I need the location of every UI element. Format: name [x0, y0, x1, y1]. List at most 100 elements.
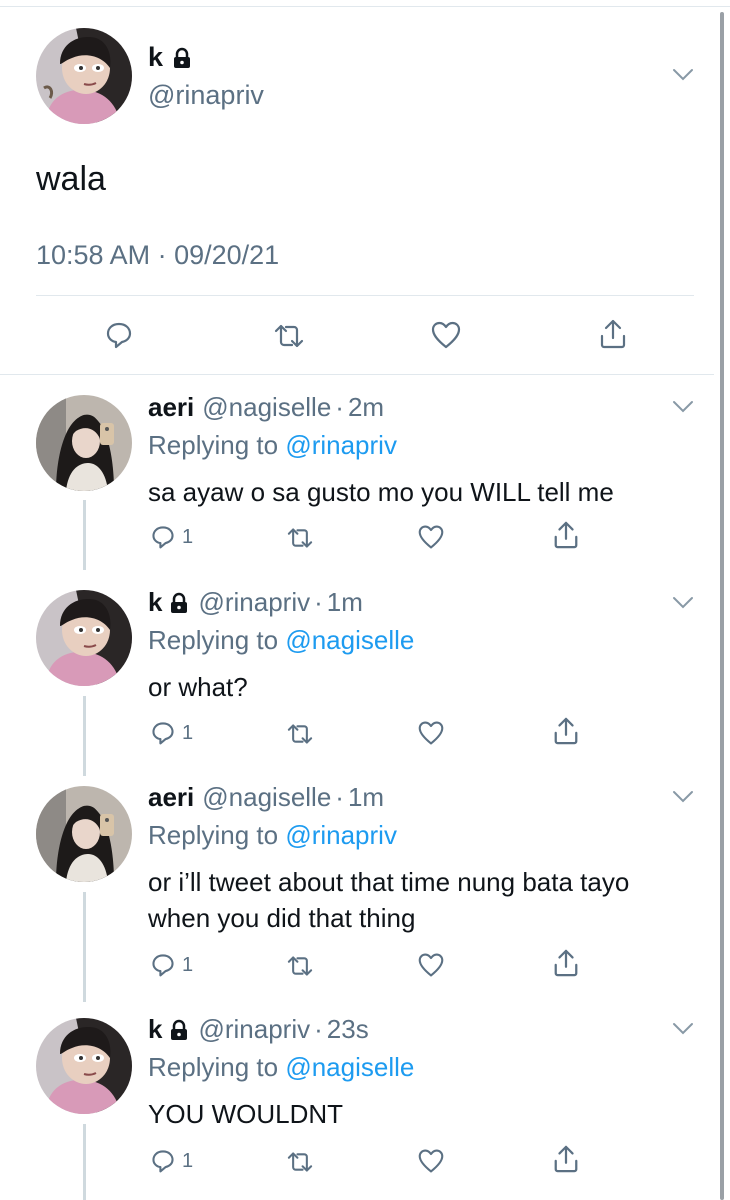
- reply-header: k @rinapriv · 1m: [148, 587, 363, 618]
- chevron-down-icon[interactable]: [672, 596, 694, 610]
- author-name-text: k: [148, 42, 164, 72]
- reply-time[interactable]: 1m: [327, 587, 363, 618]
- retweet-button[interactable]: [285, 954, 315, 978]
- share-button[interactable]: [552, 948, 580, 978]
- replying-to: Replying to @nagiselle: [148, 625, 414, 656]
- divider: [36, 295, 694, 296]
- retweet-icon: [287, 724, 313, 744]
- like-button[interactable]: [430, 320, 462, 350]
- mention-link[interactable]: @rinapriv: [285, 820, 397, 850]
- reply-author-name[interactable]: aeri: [148, 392, 194, 423]
- scrollbar[interactable]: [720, 12, 724, 1200]
- reply-text-line: sa ayaw o sa gusto mo you WILL tell me: [148, 477, 614, 507]
- reply-text-line: YOU WOULDNT: [148, 1099, 343, 1129]
- avatar-rinapriv[interactable]: [36, 28, 132, 124]
- reply-tweet[interactable]: aeri @nagiselle · 2m Replying to @rinapr…: [0, 392, 714, 562]
- heart-icon: [418, 1149, 444, 1173]
- reply-text: or what?: [148, 669, 708, 705]
- reply-handle[interactable]: @rinapriv: [198, 1014, 310, 1045]
- reply-text-line: or what?: [148, 672, 248, 702]
- retweet-icon: [287, 528, 313, 548]
- reply-button[interactable]: 1: [150, 524, 193, 550]
- retweet-icon: [287, 956, 313, 976]
- replying-to: Replying to @rinapriv: [148, 820, 397, 851]
- author-handle[interactable]: @rinapriv: [148, 80, 264, 111]
- reply-handle[interactable]: @rinapriv: [198, 587, 310, 618]
- retweet-button[interactable]: [285, 722, 315, 746]
- reply-time[interactable]: 23s: [327, 1014, 369, 1045]
- mention-link[interactable]: @nagiselle: [285, 1052, 414, 1082]
- share-button[interactable]: [598, 318, 628, 350]
- reply-handle[interactable]: @nagiselle: [202, 392, 331, 423]
- reply-text: YOU WOULDNT: [148, 1096, 708, 1132]
- retweet-icon: [274, 324, 304, 348]
- reply-handle[interactable]: @nagiselle: [202, 782, 331, 813]
- chevron-down-icon[interactable]: [672, 1022, 694, 1036]
- reply-count: 1: [182, 525, 194, 548]
- reply-header: aeri @nagiselle · 1m: [148, 782, 384, 813]
- reply-text: sa ayaw o sa gusto mo you WILL tell me: [148, 474, 708, 510]
- retweet-button[interactable]: [272, 322, 306, 350]
- share-icon: [554, 949, 578, 977]
- reply-button[interactable]: 1: [150, 1148, 193, 1174]
- share-button[interactable]: [552, 716, 580, 746]
- lock-icon: [168, 1019, 190, 1041]
- reply-text-line: when you did that thing: [148, 903, 416, 933]
- share-icon: [600, 319, 626, 349]
- tweet-text: wala: [36, 160, 106, 198]
- heart-icon: [418, 953, 444, 977]
- reply-time[interactable]: 1m: [348, 782, 384, 813]
- reply-header: aeri @nagiselle · 2m: [148, 392, 384, 423]
- top-divider: [0, 6, 730, 7]
- reply-count: 1: [182, 721, 194, 744]
- reply-tweet[interactable]: k @rinapriv · 1m Replying to @nagiselle …: [0, 587, 714, 757]
- like-button[interactable]: [417, 1148, 445, 1174]
- dot-separator: ·: [314, 587, 323, 617]
- dot-separator: ·: [335, 782, 344, 812]
- reply-button[interactable]: 1: [150, 720, 193, 746]
- lock-icon: [171, 47, 193, 69]
- dot-separator: ·: [335, 392, 344, 422]
- reply-tweet[interactable]: aeri @nagiselle · 1m Replying to @rinapr…: [0, 782, 714, 982]
- replying-to: Replying to @rinapriv: [148, 430, 397, 461]
- mention-link[interactable]: @nagiselle: [285, 625, 414, 655]
- like-button[interactable]: [417, 952, 445, 978]
- reply-time[interactable]: 2m: [348, 392, 384, 423]
- reply-text: or i’ll tweet about that time nung bata …: [148, 864, 708, 936]
- divider: [0, 374, 714, 375]
- heart-icon: [431, 321, 461, 349]
- reply-icon: [152, 526, 174, 549]
- heart-icon: [418, 525, 444, 549]
- share-button[interactable]: [552, 1144, 580, 1174]
- lock-icon: [168, 592, 190, 614]
- reply-header: k @rinapriv · 23s: [148, 1014, 369, 1045]
- replying-to-label: Replying to: [148, 820, 279, 850]
- reply-button[interactable]: 1: [150, 952, 193, 978]
- reply-author-name[interactable]: aeri: [148, 782, 194, 813]
- mention-link[interactable]: @rinapriv: [285, 430, 397, 460]
- share-icon: [554, 717, 578, 745]
- replying-to-label: Replying to: [148, 430, 279, 460]
- dot-separator: ·: [314, 1014, 323, 1044]
- share-button[interactable]: [552, 520, 580, 550]
- chevron-down-icon[interactable]: [672, 68, 694, 82]
- chevron-down-icon[interactable]: [672, 400, 694, 414]
- reply-count: 1: [182, 1149, 194, 1172]
- reply-text-line: or i’ll tweet about that time nung bata …: [148, 867, 630, 897]
- chevron-down-icon[interactable]: [672, 790, 694, 804]
- retweet-button[interactable]: [285, 526, 315, 550]
- share-icon: [554, 1145, 578, 1173]
- reply-count: 1: [182, 953, 194, 976]
- reply-icon: [106, 322, 132, 349]
- reply-button[interactable]: [104, 320, 134, 350]
- retweet-icon: [287, 1152, 313, 1172]
- reply-tweet[interactable]: k @rinapriv · 23s Replying to @nagiselle…: [0, 1014, 714, 1194]
- retweet-button[interactable]: [285, 1150, 315, 1174]
- like-button[interactable]: [417, 720, 445, 746]
- replying-to: Replying to @nagiselle: [148, 1052, 414, 1083]
- like-button[interactable]: [417, 524, 445, 550]
- reply-author-name[interactable]: k: [148, 587, 162, 618]
- author-name[interactable]: k: [148, 42, 193, 73]
- tweet-timestamp[interactable]: 10:58 AM · 09/20/21: [36, 240, 279, 271]
- reply-author-name[interactable]: k: [148, 1014, 162, 1045]
